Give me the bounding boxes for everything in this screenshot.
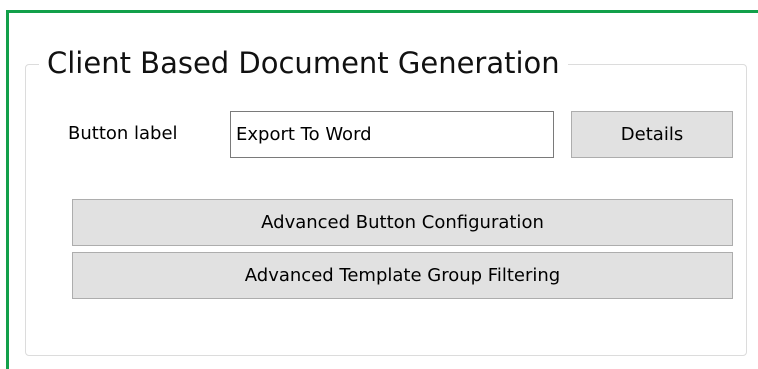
selection-frame-top bbox=[6, 10, 758, 13]
button-label-input[interactable] bbox=[230, 111, 554, 158]
advanced-template-group-filtering-button[interactable]: Advanced Template Group Filtering bbox=[72, 252, 733, 299]
selection-frame-left bbox=[6, 10, 9, 369]
advanced-button-configuration-button[interactable]: Advanced Button Configuration bbox=[72, 199, 733, 246]
details-button[interactable]: Details bbox=[571, 111, 733, 158]
groupbox-title: Client Based Document Generation bbox=[39, 44, 568, 82]
button-label-caption: Button label bbox=[68, 123, 178, 144]
